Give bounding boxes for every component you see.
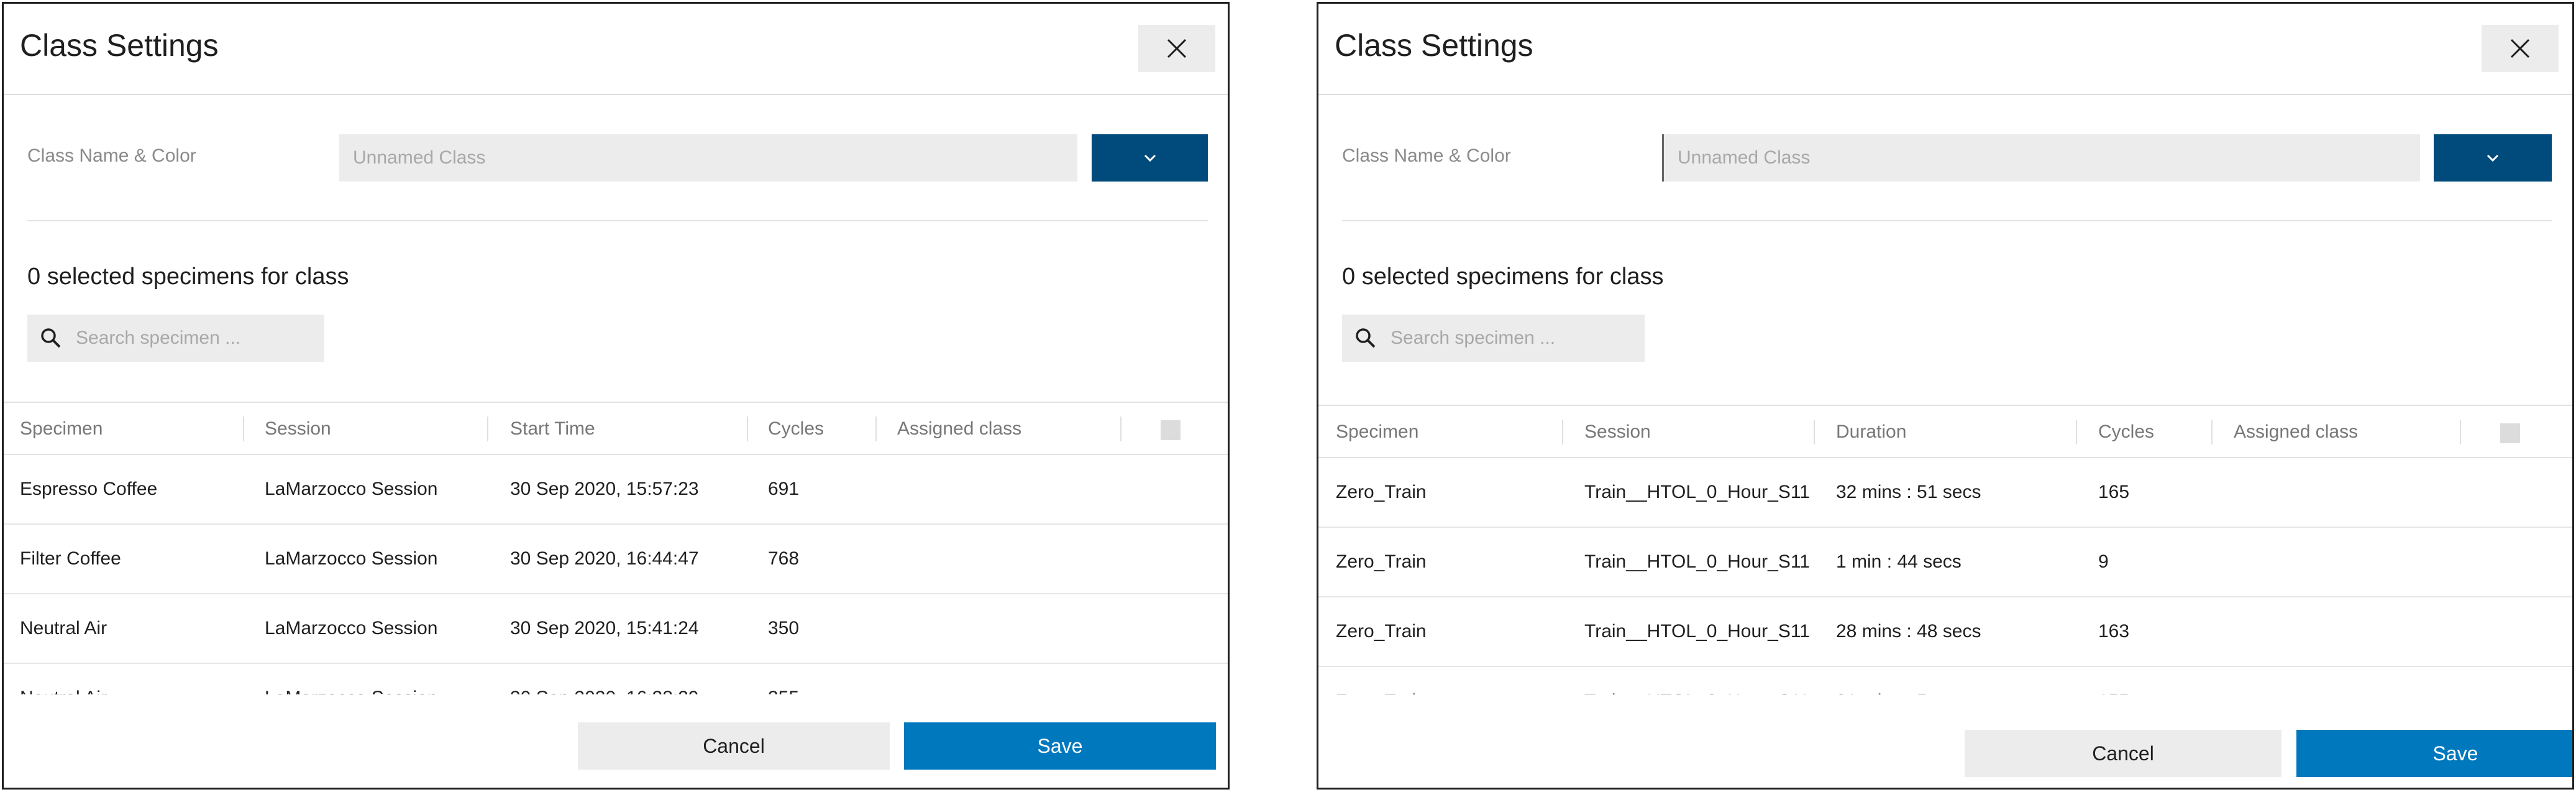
specimen-table: Specimen Session Start Time Cycles Assig… [4, 402, 1228, 700]
cell-session: Train__HTOL_0_Hour_S11 [1584, 482, 1810, 502]
column-separator [747, 417, 748, 441]
cell-cycles: 9 [2098, 551, 2109, 572]
column-header-start-time[interactable]: Start Time [510, 403, 595, 455]
table-row[interactable]: Zero_Train Train__HTOL_0_Hour_S11 1 min … [1318, 528, 2572, 597]
column-header-duration[interactable]: Duration [1836, 406, 1906, 458]
column-header-assigned-class[interactable]: Assigned class [897, 403, 1021, 455]
cell-duration: 1 min : 44 secs [1836, 551, 1962, 572]
cell-session: LaMarzocco Session [265, 548, 438, 569]
chevron-down-icon [1144, 154, 1156, 162]
table-row[interactable]: Neutral Air LaMarzocco Session 30 Sep 20… [4, 594, 1228, 664]
class-name-input[interactable] [1662, 134, 2420, 182]
column-header-session[interactable]: Session [1584, 406, 1651, 458]
class-name-label: Class Name & Color [27, 145, 196, 166]
save-button[interactable]: Save [904, 722, 1216, 770]
table-header: Specimen Session Start Time Cycles Assig… [4, 402, 1228, 455]
cancel-button[interactable]: Cancel [1965, 730, 2281, 777]
column-separator [243, 417, 244, 441]
column-header-specimen[interactable]: Specimen [1336, 406, 1418, 458]
table-header: Specimen Session Duration Cycles Assigne… [1318, 405, 2572, 458]
table-row[interactable]: Filter Coffee LaMarzocco Session 30 Sep … [4, 525, 1228, 594]
color-dropdown-button[interactable] [2434, 134, 2552, 182]
cell-start-time: 30 Sep 2020, 15:41:24 [510, 618, 699, 638]
cell-duration: 32 mins : 51 secs [1836, 482, 1981, 502]
cell-cycles: 691 [768, 479, 800, 499]
column-header-cycles[interactable]: Cycles [2098, 406, 2154, 458]
column-separator [487, 417, 488, 441]
cell-start-time: 30 Sep 2020, 16:44:47 [510, 548, 699, 569]
cell-cycles: 163 [2098, 621, 2130, 642]
cell-start-time: 30 Sep 2020, 15:57:23 [510, 479, 699, 499]
search-box[interactable] [27, 315, 324, 362]
cell-specimen: Neutral Air [20, 618, 107, 638]
column-separator [2460, 420, 2461, 444]
cell-specimen: Filter Coffee [20, 548, 121, 569]
divider [1342, 220, 2552, 221]
selected-count: 0 selected specimens for class [1342, 264, 1664, 290]
chevron-down-icon [2487, 154, 2499, 162]
column-header-specimen[interactable]: Specimen [20, 403, 103, 455]
cell-specimen: Zero_Train [1336, 482, 1427, 502]
dialog-title: Class Settings [20, 28, 219, 63]
column-separator [875, 417, 877, 441]
column-separator [1120, 417, 1121, 441]
cell-specimen: Espresso Coffee [20, 479, 158, 499]
dialog-title: Class Settings [1335, 28, 1533, 63]
search-box[interactable] [1342, 315, 1645, 362]
cell-session: LaMarzocco Session [265, 479, 438, 499]
cell-duration: 28 mins : 48 secs [1836, 621, 1981, 642]
table-row[interactable]: Zero_Train Train__HTOL_0_Hour_S11 32 min… [1318, 458, 2572, 528]
search-input[interactable] [1389, 327, 1628, 349]
save-button[interactable]: Save [2296, 730, 2572, 777]
color-dropdown-button[interactable] [1092, 134, 1208, 182]
close-button[interactable] [1138, 25, 1215, 72]
cell-session: Train__HTOL_0_Hour_S11 [1584, 621, 1810, 642]
column-separator [1814, 420, 1815, 444]
cell-session: Train__HTOL_0_Hour_S11 [1584, 551, 1810, 572]
select-all-checkbox[interactable] [1161, 420, 1181, 440]
cell-session: LaMarzocco Session [265, 618, 438, 638]
column-separator [2211, 420, 2213, 444]
class-name-label: Class Name & Color [1342, 145, 1511, 166]
divider [1318, 94, 2572, 95]
column-separator [1562, 420, 1563, 444]
select-all-checkbox[interactable] [2500, 423, 2520, 443]
close-button[interactable] [2482, 25, 2559, 72]
table-row[interactable]: Espresso Coffee LaMarzocco Session 30 Se… [4, 455, 1228, 525]
close-icon [2510, 39, 2530, 58]
specimen-table: Specimen Session Duration Cycles Assigne… [1318, 405, 2572, 703]
cell-cycles: 768 [768, 548, 800, 569]
cell-cycles: 165 [2098, 482, 2130, 502]
column-header-assigned-class[interactable]: Assigned class [2234, 406, 2358, 458]
column-header-cycles[interactable]: Cycles [768, 403, 824, 455]
cell-cycles: 350 [768, 618, 800, 638]
close-icon [1167, 39, 1187, 58]
class-settings-dialog-left: Class Settings Class Name & Color 0 sele… [2, 2, 1230, 790]
search-input[interactable] [75, 327, 313, 349]
column-separator [2076, 420, 2077, 444]
divider [4, 94, 1228, 95]
column-header-session[interactable]: Session [265, 403, 331, 455]
search-icon [1356, 328, 1376, 348]
cancel-button[interactable]: Cancel [578, 722, 890, 770]
search-icon [41, 328, 61, 348]
class-name-input[interactable] [339, 134, 1077, 182]
class-settings-dialog-right: Class Settings Class Name & Color 0 sele… [1317, 2, 2574, 790]
table-row[interactable]: Zero_Train Train__HTOL_0_Hour_S11 28 min… [1318, 597, 2572, 667]
divider [27, 220, 1208, 221]
cell-specimen: Zero_Train [1336, 621, 1427, 642]
cell-specimen: Zero_Train [1336, 551, 1427, 572]
selected-count: 0 selected specimens for class [27, 264, 349, 290]
